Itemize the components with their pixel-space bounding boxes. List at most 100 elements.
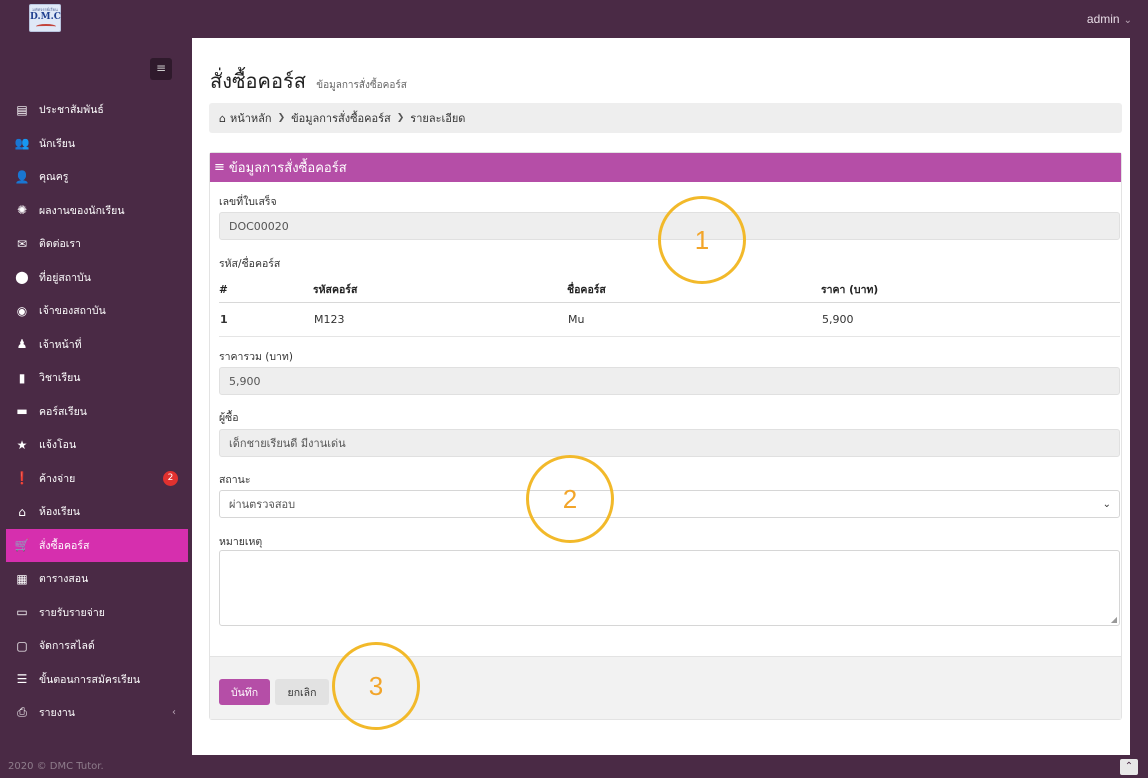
logo[interactable]: มหัศจรรย์เรียน D.M.C xyxy=(29,4,61,32)
sidebar-item-label: ที่อยู่สถาบัน xyxy=(39,271,91,284)
col-header-index: # xyxy=(219,278,313,303)
book-icon xyxy=(36,24,56,29)
callout-circle-2: 2 xyxy=(526,455,614,543)
table-row: 1 M123 Mu 5,900 xyxy=(219,302,1120,337)
username: admin xyxy=(1086,12,1120,26)
logo-main-text: D.M.C xyxy=(30,12,61,22)
page-subtitle: ข้อมูลการสั่งซื้อคอร์ส xyxy=(316,80,407,91)
certificate-icon: ✺ xyxy=(16,203,28,218)
breadcrumb: ⌂ หน้าหลัก ❯ ข้อมูลการสั่งซื้อคอร์ส ❯ รา… xyxy=(209,103,1122,133)
total-price-field: 5,900 xyxy=(219,367,1120,395)
breadcrumb-detail: รายละเอียด xyxy=(410,112,466,125)
map-marker-icon: ⬤ xyxy=(15,270,29,285)
sidebar-item-newspaper[interactable]: ▤ ประชาสัมพันธ์ xyxy=(0,93,188,127)
footer-copyright: 2020 © DMC Tutor. xyxy=(8,761,104,772)
sidebar-item-home[interactable]: ⌂ ห้องเรียน xyxy=(0,495,188,529)
notification-badge: 2 xyxy=(163,470,178,486)
total-price-value: 5,900 xyxy=(229,374,261,388)
sidebar-item-user-circle[interactable]: ◉ เจ้าของสถาบัน xyxy=(0,294,188,328)
chevron-right-icon: ❯ xyxy=(277,113,286,123)
user-secret-icon: ♟ xyxy=(16,337,28,352)
sidebar-item-users[interactable]: 👥 นักเรียน xyxy=(0,127,188,161)
callout-circle-3: 3 xyxy=(332,642,420,730)
status-label: สถานะ xyxy=(219,474,251,486)
sidebar-item-label: ประชาสัมพันธ์ xyxy=(39,104,104,117)
sidebar-item-label: เจ้าหน้าที่ xyxy=(39,338,82,351)
sidebar-item-label: ตารางสอน xyxy=(39,573,89,586)
cell-index: 1 xyxy=(219,302,313,337)
scroll-to-top-button[interactable]: ⌃ xyxy=(1120,759,1138,775)
breadcrumb-orders[interactable]: ข้อมูลการสั่งซื้อคอร์ส xyxy=(291,109,391,127)
sidebar-item-user-secret[interactable]: ♟ เจ้าหน้าที่ xyxy=(0,328,188,362)
receipt-label: เลขที่ใบเสร็จ xyxy=(219,196,277,208)
sidebar-item-label: ค้างจ่าย xyxy=(39,472,76,485)
book-icon: ▬ xyxy=(16,404,28,419)
sidebar-toggle-button[interactable]: ≡ xyxy=(150,58,172,80)
sidebar-item-star[interactable]: ★ แจ้งโอน xyxy=(0,428,188,462)
cancel-button[interactable]: ยกเลิก xyxy=(275,679,329,705)
sidebar-nav: ▤ ประชาสัมพันธ์ 👥 นักเรียน 👤 คุณครู ✺ ผลงานของน… xyxy=(0,93,188,730)
chevron-left-icon: ‹ xyxy=(172,707,176,719)
cell-course-name: Mu xyxy=(567,302,821,337)
sidebar-item-certificate[interactable]: ✺ ผลงานของนักเรียน xyxy=(0,194,188,228)
note-textarea[interactable]: ◢ xyxy=(219,550,1120,626)
sidebar-item-label: จัดการสไลด์ xyxy=(39,640,95,653)
callout-circle-1: 1 xyxy=(658,196,746,284)
status-select[interactable]: ผ่านตรวจสอบ ⌄ xyxy=(219,490,1120,518)
page-title-text: สั่งซื้อคอร์ส xyxy=(210,69,306,93)
buyer-label: ผู้ซื้อ xyxy=(219,412,239,424)
sidebar-item-desktop[interactable]: ▢ จัดการสไลด์ xyxy=(0,629,188,663)
page-title: สั่งซื้อคอร์ส ข้อมูลการสั่งซื้อคอร์ส xyxy=(210,65,407,97)
breadcrumb-home[interactable]: หน้าหลัก xyxy=(230,109,272,127)
th-list-icon: ☰ xyxy=(16,672,28,687)
sidebar-item-label: แจ้งโอน xyxy=(39,439,77,452)
home-icon: ⌂ xyxy=(18,504,26,519)
col-header-price: ราคา (บาท) xyxy=(821,278,1120,303)
sidebar-item-user[interactable]: 👤 คุณครู xyxy=(0,160,188,194)
course-table: # รหัสคอร์ส ชื่อคอร์ส ราคา (บาท) 1 M123 … xyxy=(219,278,1120,337)
sidebar-item-shopping-cart[interactable]: 🛒 สั่งซื้อคอร์ส xyxy=(6,528,188,562)
money-icon: ▭ xyxy=(16,605,28,620)
table-header-row: # รหัสคอร์ส ชื่อคอร์ส ราคา (บาท) xyxy=(219,278,1120,303)
sidebar-item-label: คอร์สเรียน xyxy=(39,405,87,418)
desktop-icon: ▢ xyxy=(16,638,28,653)
bars-icon: ≡ xyxy=(214,160,225,175)
sidebar-item-th-list[interactable]: ☰ ขั้นตอนการสมัครเรียน xyxy=(0,663,188,697)
sidebar-item-map-marker[interactable]: ⬤ ที่อยู่สถาบัน xyxy=(0,261,188,295)
print-icon: ⎙ xyxy=(17,705,27,720)
sidebar-item-label: ห้องเรียน xyxy=(39,506,80,519)
sidebar-item-label: ผลงานของนักเรียน xyxy=(39,204,125,217)
sidebar-item-exclamation-circle[interactable]: ❗ ค้างจ่าย 2 xyxy=(0,462,188,496)
sidebar: ≡ ▤ ประชาสัมพันธ์ 👥 นักเรียน 👤 คุณครู ✺ ผลงานขอ… xyxy=(0,38,188,778)
sidebar-item-money[interactable]: ▭ รายรับรายจ่าย xyxy=(0,596,188,630)
user-menu[interactable]: admin ⌄ xyxy=(1087,12,1132,26)
sidebar-item-book[interactable]: ▬ คอร์สเรียน xyxy=(0,395,188,429)
newspaper-icon: ▤ xyxy=(16,102,28,117)
total-price-label: ราคารวม (บาท) xyxy=(219,351,293,363)
chevron-right-icon: ❯ xyxy=(396,113,405,123)
sidebar-item-calendar[interactable]: ▦ ตารางสอน xyxy=(0,562,188,596)
buyer-value: เด็กชายเรียนดี มีงานเด่น xyxy=(229,437,346,450)
sidebar-item-envelope-open[interactable]: ✉ ติดต่อเรา xyxy=(0,227,188,261)
save-button[interactable]: บันทึก xyxy=(219,679,270,705)
sidebar-item-label: ขั้นตอนการสมัครเรียน xyxy=(39,673,141,686)
chevron-down-icon: ⌄ xyxy=(1123,15,1132,26)
file-icon: ▮ xyxy=(18,370,26,385)
sidebar-item-label: รายรับรายจ่าย xyxy=(39,606,105,619)
exclamation-circle-icon: ❗ xyxy=(14,471,30,486)
user-icon: 👤 xyxy=(14,169,30,184)
home-icon: ⌂ xyxy=(219,111,226,125)
star-icon: ★ xyxy=(16,437,28,452)
receipt-number-value: DOC00020 xyxy=(229,219,289,233)
sidebar-item-label: เจ้าของสถาบัน xyxy=(39,305,106,318)
sidebar-item-print[interactable]: ⎙ รายงาน ‹ xyxy=(0,696,188,730)
card-header: ≡ ข้อมูลการสั่งซื้อคอร์ส xyxy=(210,153,1121,182)
resize-handle-icon[interactable]: ◢ xyxy=(1111,615,1117,624)
status-selected-value: ผ่านตรวจสอบ xyxy=(229,498,296,511)
buyer-field: เด็กชายเรียนดี มีงานเด่น xyxy=(219,429,1120,457)
cell-price: 5,900 xyxy=(821,302,1120,337)
cell-course-code: M123 xyxy=(313,302,567,337)
envelope-open-icon: ✉ xyxy=(16,236,28,251)
course-label: รหัส/ชื่อคอร์ส xyxy=(219,258,281,270)
sidebar-item-file[interactable]: ▮ วิชาเรียน xyxy=(0,361,188,395)
